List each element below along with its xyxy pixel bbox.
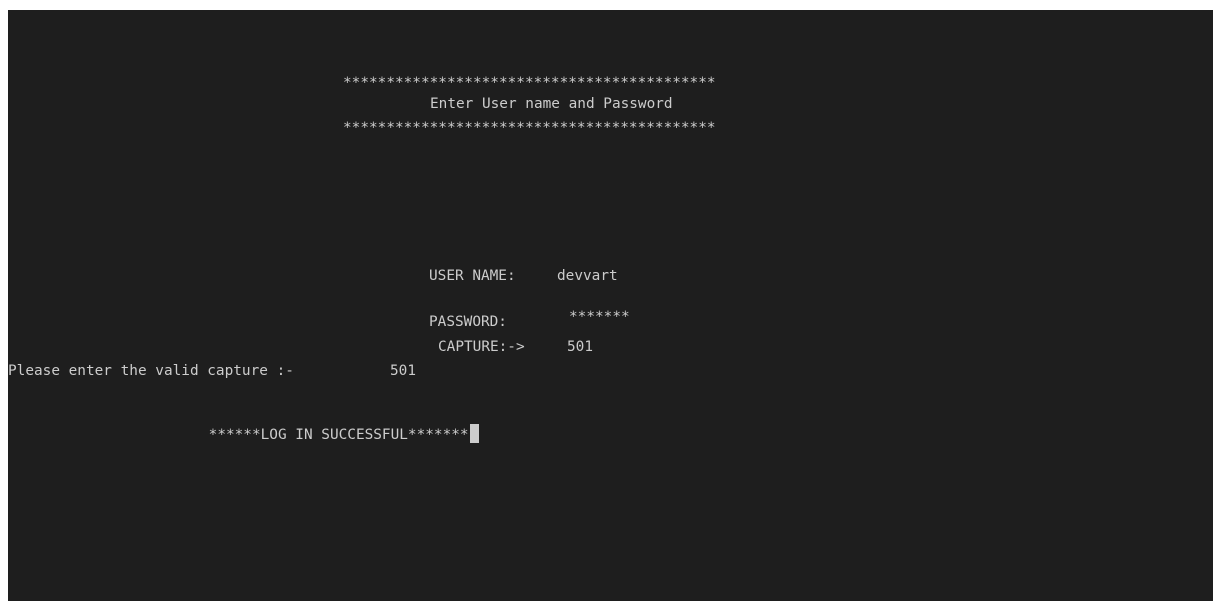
banner-bottom: ****************************************… [343,120,716,136]
banner-title: Enter User name and Password [430,96,673,112]
valid-capture-prompt: Please enter the valid capture :- [8,363,294,379]
username-label: USER NAME: [429,268,516,284]
password-value: ******* [569,309,630,325]
valid-capture-value: 501 [390,363,416,379]
password-label: PASSWORD: [429,314,507,330]
text-cursor[interactable] [469,424,479,443]
capture-value: 501 [567,339,593,355]
username-value: devvart [557,268,618,284]
console-window: ****************************************… [8,10,1213,601]
capture-label: CAPTURE:-> [438,339,525,355]
login-success-message: ******LOG IN SUCCESSFUL******* [208,427,469,443]
login-success-line: ******LOG IN SUCCESSFUL******* [174,404,479,443]
banner-top: ****************************************… [343,75,716,91]
